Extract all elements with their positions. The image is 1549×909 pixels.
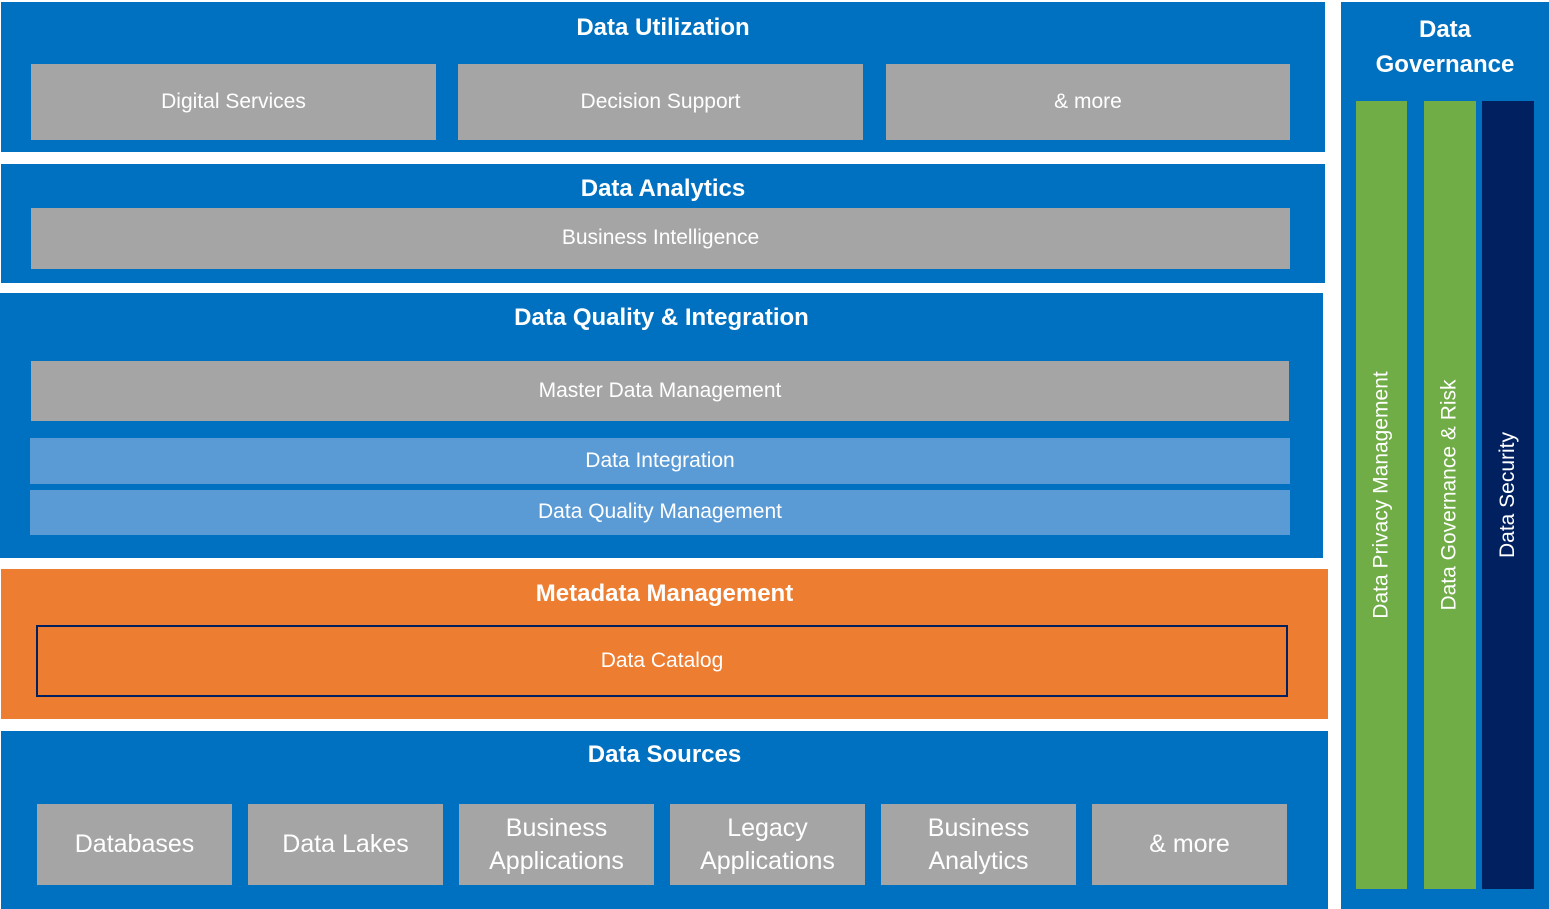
capability-data-quality-management[interactable]: Data Quality Management: [30, 490, 1290, 535]
governance-title: Data Governance: [1375, 16, 1515, 78]
layer-title: Data Analytics: [580, 175, 746, 202]
source-databases[interactable]: Databases: [37, 804, 232, 885]
layer-title: Metadata Management: [535, 580, 794, 607]
pillar-data-privacy-management[interactable]: Data Privacy Management: [1356, 101, 1407, 889]
source-more[interactable]: & more: [1092, 804, 1287, 885]
data-governance-column: Data Governance Data Privacy Management …: [1341, 2, 1549, 909]
layer-data-analytics: Data Analytics Business Intelligence: [1, 164, 1325, 283]
pillar-label: Data Privacy Management: [1369, 371, 1393, 619]
pillar-data-governance-risk[interactable]: Data Governance & Risk: [1424, 101, 1476, 889]
layer-data-quality-integration: Data Quality & Integration Master Data M…: [0, 293, 1323, 558]
source-label: Legacy Applications: [700, 814, 835, 875]
layer-data-sources: Data Sources Databases Data Lakes Busine…: [1, 731, 1328, 909]
layer-title: Data Utilization: [576, 14, 750, 41]
layer-title: Data Sources: [587, 741, 742, 768]
source-business-analytics[interactable]: Business Analytics: [881, 804, 1076, 885]
source-legacy-applications[interactable]: Legacy Applications: [670, 804, 865, 885]
pillar-label: Data Governance & Risk: [1438, 379, 1462, 611]
layer-title: Data Quality & Integration: [514, 304, 809, 331]
capability-data-catalog[interactable]: Data Catalog: [36, 625, 1288, 697]
layer-data-utilization: Data Utilization Digital Services Decisi…: [1, 2, 1325, 152]
pillar-label: Data Security: [1496, 431, 1519, 559]
source-business-applications[interactable]: Business Applications: [459, 804, 654, 885]
layer-metadata-management: Metadata Management Data Catalog: [1, 569, 1328, 719]
capability-master-data-management[interactable]: Master Data Management: [31, 361, 1289, 421]
capability-business-intelligence[interactable]: Business Intelligence: [31, 208, 1290, 269]
pillar-data-security[interactable]: Data Security: [1482, 101, 1534, 889]
capability-digital-services[interactable]: Digital Services: [31, 64, 436, 140]
capability-decision-support[interactable]: Decision Support: [458, 64, 863, 140]
source-label: Business Analytics: [927, 814, 1030, 875]
source-label: Business Applications: [489, 814, 624, 875]
source-data-lakes[interactable]: Data Lakes: [248, 804, 443, 885]
capability-data-integration[interactable]: Data Integration: [30, 438, 1290, 484]
capability-more[interactable]: & more: [886, 64, 1290, 140]
